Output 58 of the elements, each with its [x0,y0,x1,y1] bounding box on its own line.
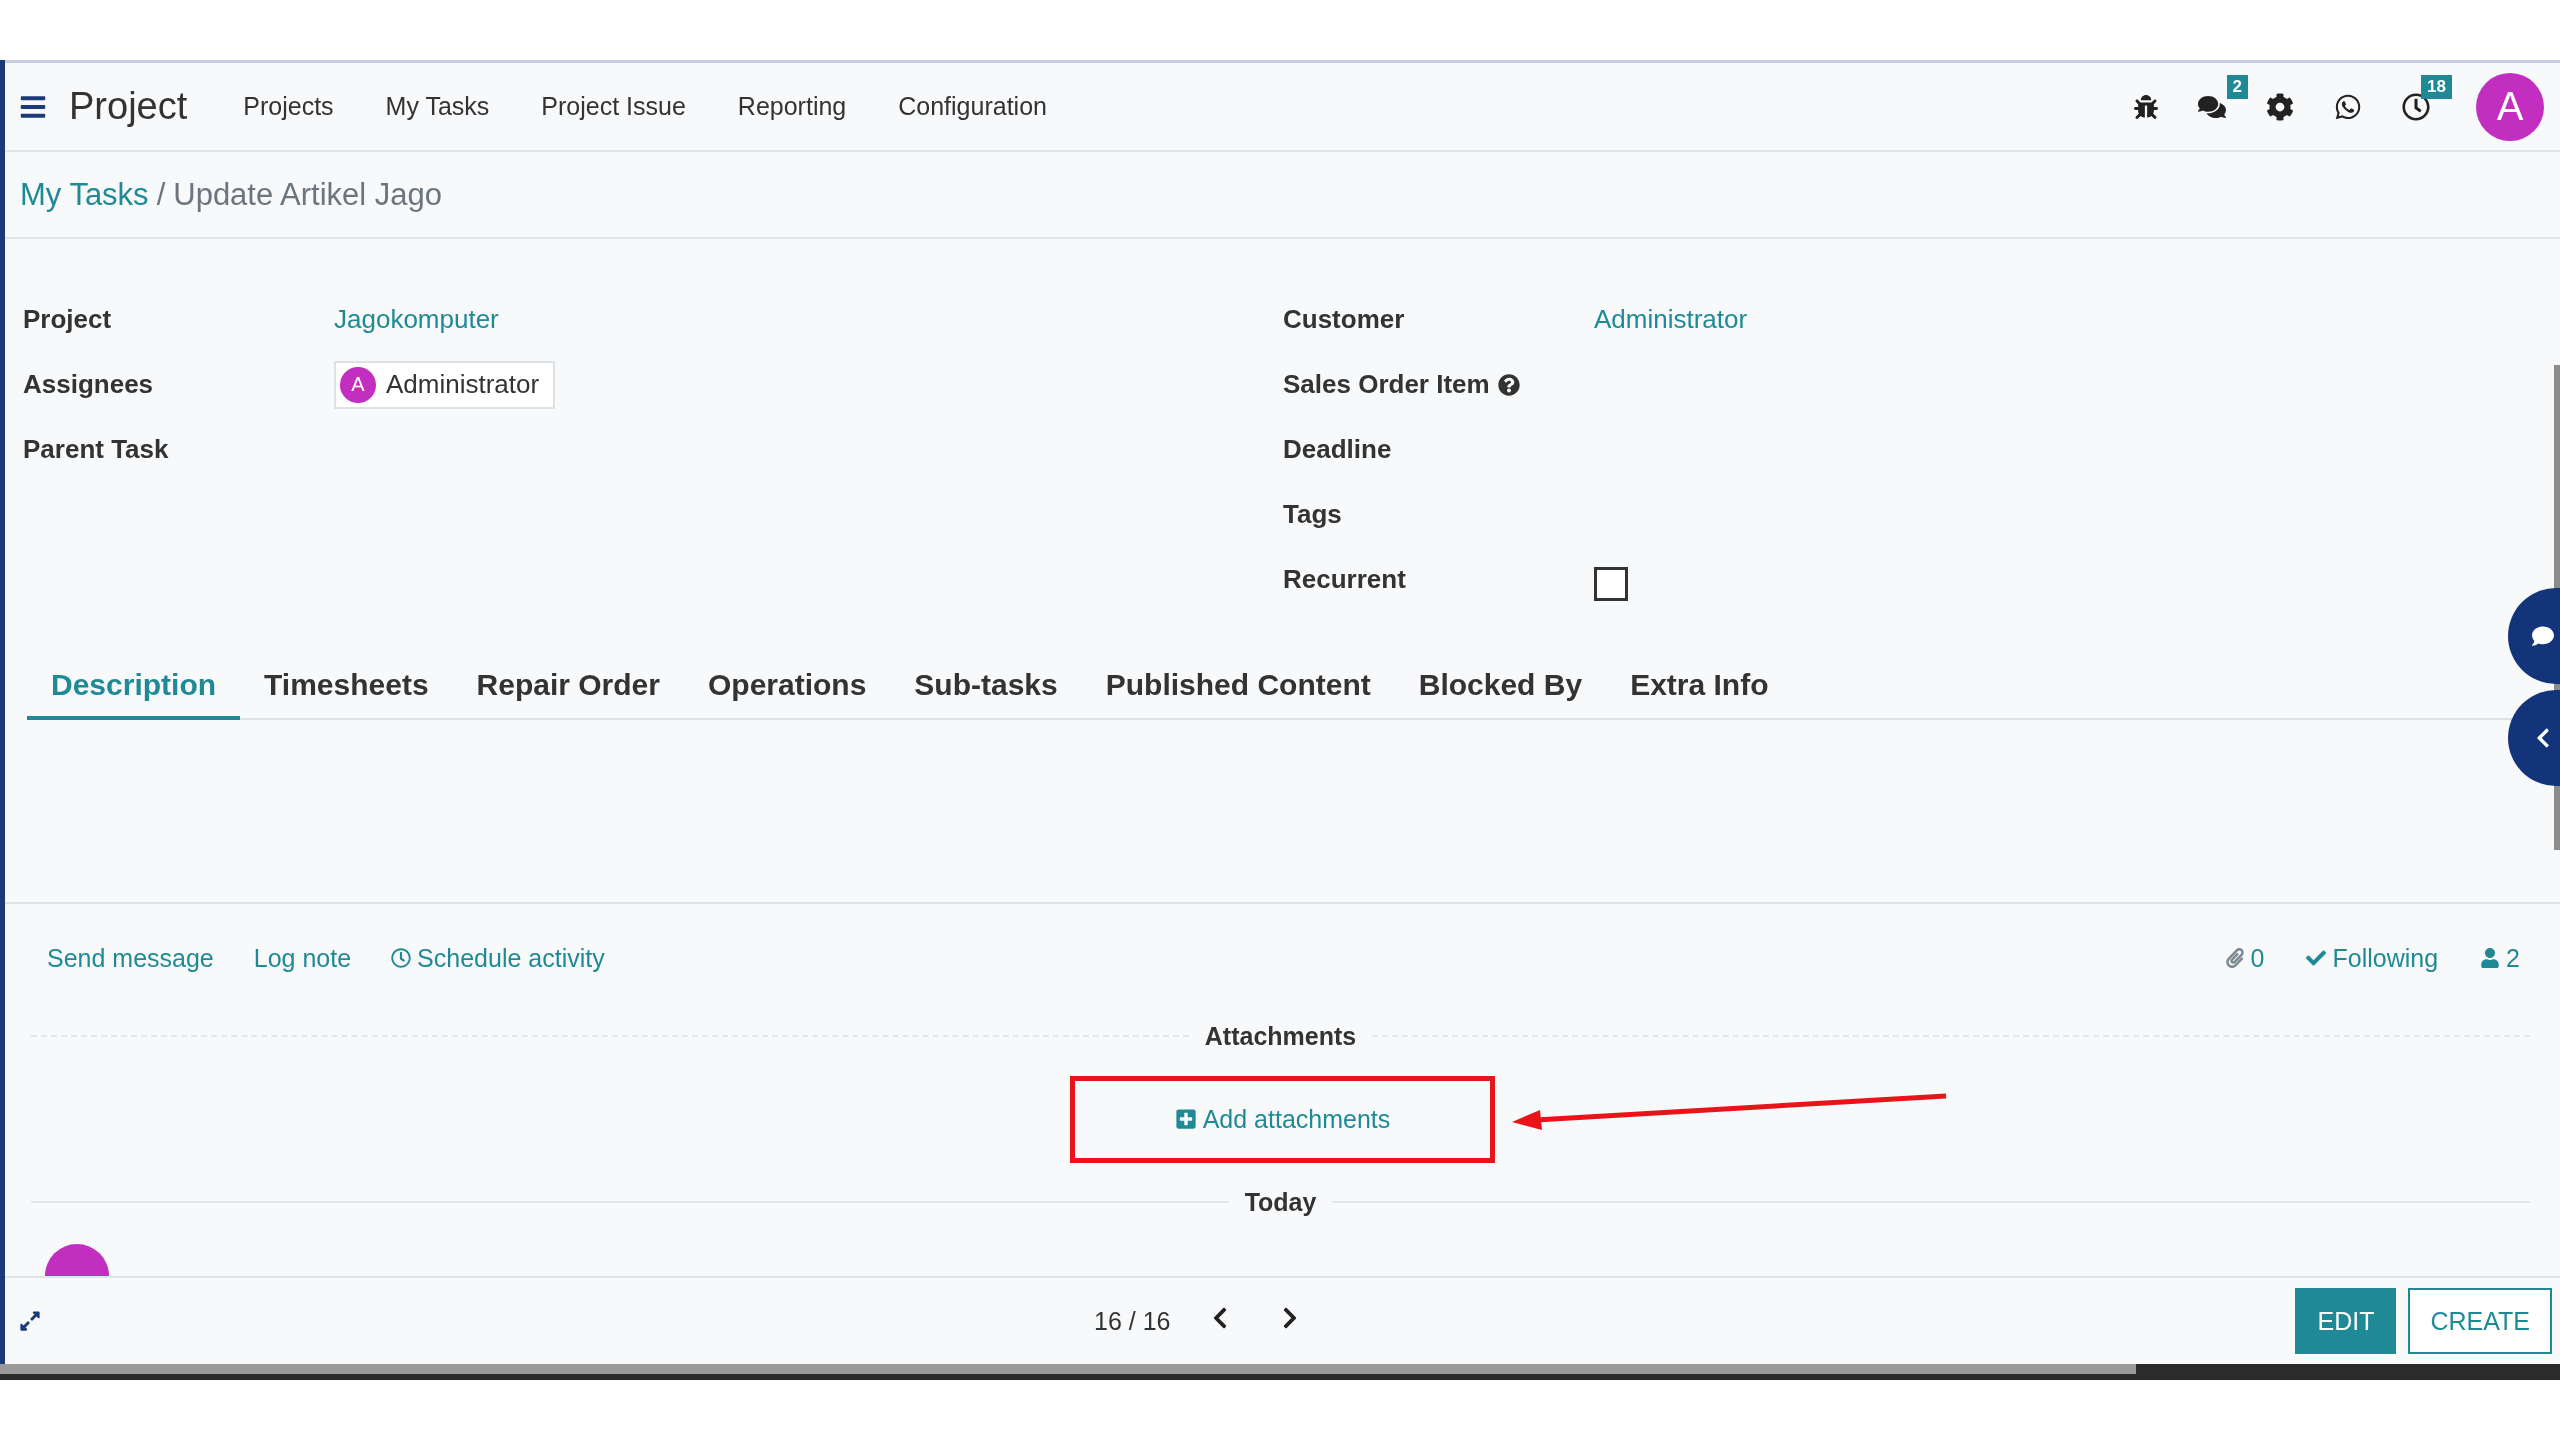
edit-button[interactable]: EDIT [2295,1288,2397,1354]
tab[interactable]: Published Content [1081,656,1395,720]
chatter-action[interactable]: Log note [253,943,352,973]
attachment-count[interactable]: 0 [2224,943,2265,973]
menu-item[interactable]: Reporting [737,92,847,121]
activity-count: 18 [2421,74,2452,99]
clock-icon [391,948,412,968]
expand-icon[interactable] [19,1310,41,1332]
message-count: 2 [2226,74,2248,99]
app-title: Project [69,85,188,128]
follow-toggle[interactable]: Following [2306,943,2439,973]
settings-icon[interactable] [2266,92,2294,121]
menu-item[interactable]: Project Issue [541,92,686,121]
tab[interactable]: Timesheets [240,656,453,720]
field-label: Tags [1283,499,1343,530]
tab[interactable]: Description [27,656,241,720]
date-separator: Today [1244,1187,1317,1217]
field-label: Project [23,304,113,335]
field-link[interactable]: Jagokomputer [334,304,499,335]
tab[interactable]: Extra Info [1606,656,1793,720]
create-button[interactable]: CREATE [2408,1288,2552,1354]
pager-value: 16 / 16 [1094,1306,1171,1336]
add-attachments-link[interactable]: Add attachments [1069,1075,1496,1163]
help-icon[interactable] [1497,373,1520,396]
checkbox[interactable] [1594,566,1628,601]
plus-icon [1174,1108,1197,1130]
user-avatar[interactable]: A [2476,72,2544,141]
field-label: Customer [1283,304,1406,335]
clock-icon[interactable] [2402,92,2430,121]
chatter-action[interactable]: Schedule activity [391,943,605,973]
paperclip-icon [2224,948,2245,968]
chat-icon [2532,625,2554,647]
bug-icon[interactable] [2134,94,2158,119]
whatsapp-icon[interactable] [2334,92,2362,121]
tab[interactable]: Sub-tasks [890,656,1082,720]
field-label: Assignees [23,369,155,400]
field-label: Sales Order Item [1283,369,1490,400]
avatar: A [340,366,376,403]
tab[interactable]: Operations [683,656,891,720]
field-label: Recurrent [1283,564,1407,595]
breadcrumb-link[interactable]: My Tasks [20,176,149,213]
breadcrumb-current: Update Artikel Jago [173,176,443,213]
field-link[interactable]: Administrator [1594,304,1748,335]
tab[interactable]: Blocked By [1394,656,1607,720]
menu-item[interactable]: My Tasks [385,92,490,121]
tab[interactable]: Repair Order [452,656,684,720]
menu-item[interactable]: Projects [243,92,334,121]
scrollbar[interactable] [0,1364,2136,1374]
field-label: Parent Task [23,434,170,465]
attachments-heading: Attachments [1204,1021,1357,1051]
breadcrumb-separator: / [156,176,166,213]
menu-item[interactable]: Configuration [898,92,1047,121]
followers-count[interactable]: 2 [2480,943,2520,973]
chatter-action[interactable]: Send message [47,943,214,973]
field-label: Deadline [1283,434,1393,465]
assignee-tag[interactable]: A Administrator [334,360,556,409]
user-icon [2480,948,2501,968]
check-icon [2306,948,2327,968]
